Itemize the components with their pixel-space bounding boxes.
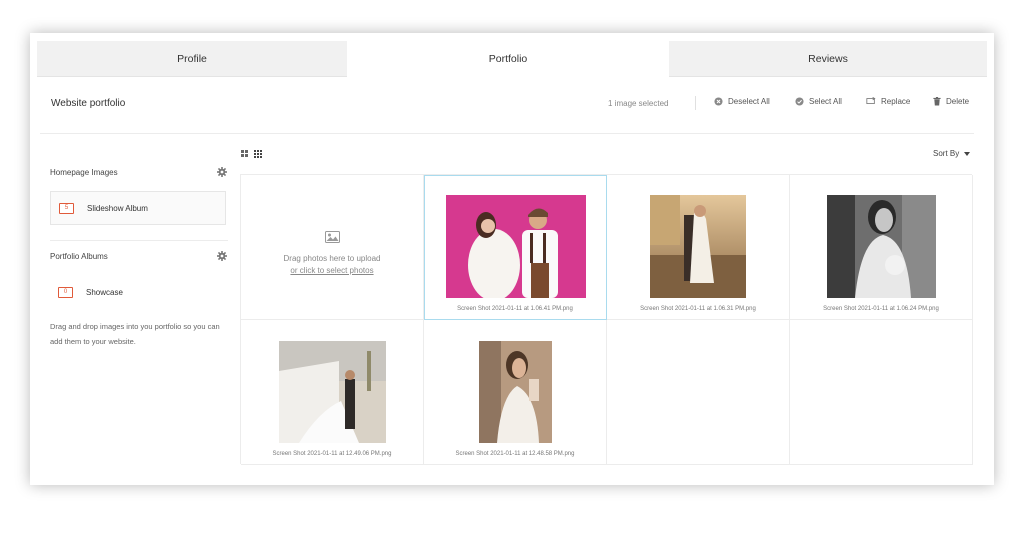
replace-icon xyxy=(866,97,876,104)
upload-text: Drag photos here to upload xyxy=(283,254,381,263)
caret-down-icon xyxy=(964,151,971,156)
homepage-images-heading: Homepage Images xyxy=(50,168,118,177)
replace-button[interactable]: Replace xyxy=(866,97,910,106)
album-name: Slideshow Album xyxy=(87,203,148,213)
grid-small-icon[interactable] xyxy=(254,150,262,158)
image-caption: Screen Shot 2021-01-11 at 12.48.58 PM.pn… xyxy=(455,451,575,457)
image-tile[interactable]: Screen Shot 2021-01-11 at 1.06.24 PM.png xyxy=(790,175,973,320)
trash-icon xyxy=(933,97,941,106)
album-count: 5 xyxy=(64,204,69,211)
portfolio-panel: Profile Portfolio Reviews Website portfo… xyxy=(30,33,994,485)
sort-dropdown[interactable]: Sort By xyxy=(933,149,971,158)
x-circle-icon xyxy=(714,97,723,106)
deselect-all-label: Deselect All xyxy=(728,97,770,106)
select-photos-link[interactable]: or click to select photos xyxy=(290,266,373,275)
image-tile[interactable]: Screen Shot 2021-01-11 at 12.49.06 PM.pn… xyxy=(241,320,424,465)
image-caption: Screen Shot 2021-01-11 at 1.06.41 PM.png xyxy=(457,306,573,312)
header-divider xyxy=(695,96,696,110)
image-caption: Screen Shot 2021-01-11 at 1.06.24 PM.png xyxy=(823,306,939,312)
view-toggle xyxy=(241,150,262,158)
couple-photo-field[interactable] xyxy=(650,195,746,298)
image-caption: Screen Shot 2021-01-11 at 12.49.06 PM.pn… xyxy=(272,451,392,457)
replace-label: Replace xyxy=(881,97,911,106)
empty-tile xyxy=(790,320,973,465)
sidebar-help-text: Drag and drop images into you portfolio … xyxy=(50,322,220,346)
upload-dropzone[interactable]: Drag photos here to upload or click to s… xyxy=(241,175,424,320)
portfolio-header: Website portfolio 1 image selected Desel… xyxy=(40,77,974,134)
couple-photo-wall[interactable] xyxy=(279,341,386,443)
tab-portfolio[interactable]: Portfolio xyxy=(347,41,669,77)
grid-large-icon[interactable] xyxy=(241,150,248,157)
select-all-button[interactable]: Select All xyxy=(795,97,842,106)
tab-bar: Profile Portfolio Reviews xyxy=(37,41,987,77)
tab-reviews[interactable]: Reviews xyxy=(669,41,987,77)
image-upload-icon[interactable] xyxy=(324,231,340,243)
album-thumbnail: 0 xyxy=(58,286,73,298)
tab-profile[interactable]: Profile xyxy=(37,41,347,77)
gear-icon[interactable] xyxy=(217,167,227,177)
album-name: Showcase xyxy=(86,287,123,297)
album-thumbnail: 5 xyxy=(59,202,74,214)
delete-label: Delete xyxy=(946,97,970,106)
gear-icon[interactable] xyxy=(217,251,227,261)
album-count: 0 xyxy=(63,288,68,295)
portfolio-albums-heading: Portfolio Albums xyxy=(50,252,108,261)
image-caption: Screen Shot 2021-01-11 at 1.06.31 PM.png xyxy=(640,306,756,312)
slideshow-album[interactable]: 5 Slideshow Album xyxy=(50,191,226,225)
image-tile-selected[interactable]: Screen Shot 2021-01-11 at 1.06.41 PM.png xyxy=(424,175,607,320)
couple-photo-pink[interactable] xyxy=(446,195,586,298)
image-tile[interactable]: Screen Shot 2021-01-11 at 12.48.58 PM.pn… xyxy=(424,320,607,465)
bride-photo-bw[interactable] xyxy=(827,195,936,298)
sort-label: Sort By xyxy=(933,149,960,158)
selection-count: 1 image selected xyxy=(608,99,669,108)
deselect-all-button[interactable]: Deselect All xyxy=(714,97,770,106)
showcase-album[interactable]: 0 Showcase xyxy=(50,275,226,309)
sidebar-divider xyxy=(50,240,228,241)
empty-tile xyxy=(607,320,790,465)
check-circle-icon xyxy=(795,97,804,106)
bride-photo-dress[interactable] xyxy=(479,341,552,443)
delete-button[interactable]: Delete xyxy=(933,97,969,106)
select-all-label: Select All xyxy=(809,97,842,106)
page-title: Website portfolio xyxy=(51,98,126,109)
image-grid: Drag photos here to upload or click to s… xyxy=(240,174,973,465)
image-tile[interactable]: Screen Shot 2021-01-11 at 1.06.31 PM.png xyxy=(607,175,790,320)
